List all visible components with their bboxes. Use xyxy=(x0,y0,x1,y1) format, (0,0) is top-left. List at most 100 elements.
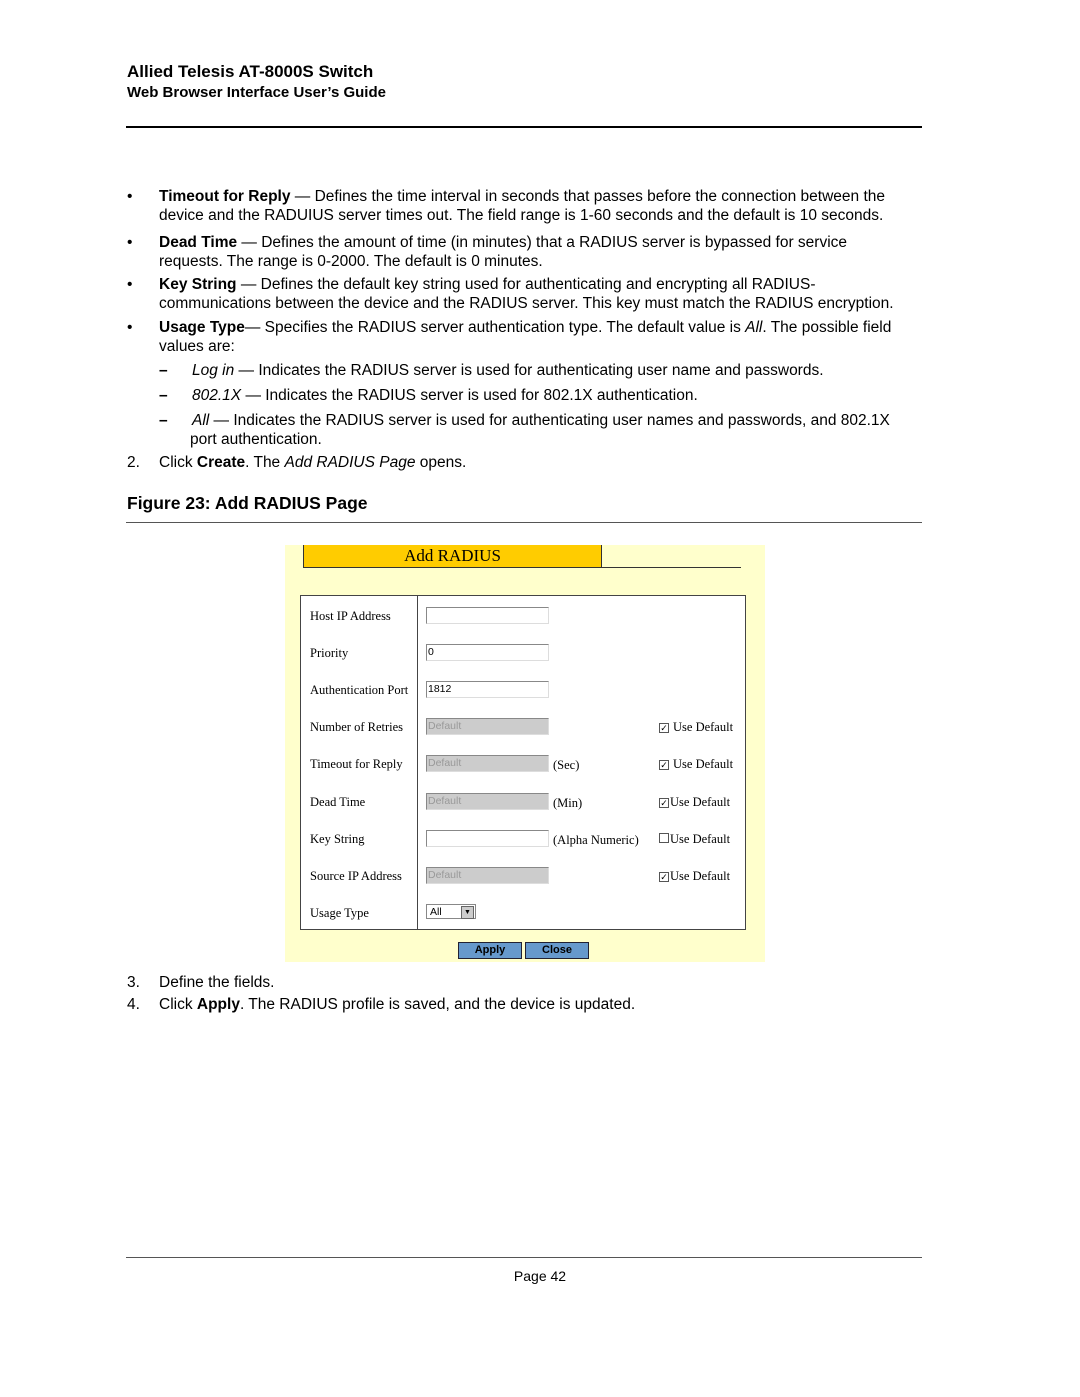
desc: — Specifies the RADIUS server authentica… xyxy=(244,319,746,336)
row-usage-type: Usage Type All ▼ xyxy=(301,903,745,923)
field-label: Source IP Address xyxy=(310,869,402,883)
bullet-marker: • xyxy=(127,188,133,205)
bullet-key-string: Key String — Defines the default key str… xyxy=(159,275,919,313)
desc: — Indicates the RADIUS server is used fo… xyxy=(209,412,890,429)
bullet-usage-type: Usage Type— Specifies the RADIUS server … xyxy=(159,318,919,356)
term: All xyxy=(192,412,210,429)
bullet-timeout: Timeout for Reply — Defines the time int… xyxy=(159,187,919,225)
term: 802.1X xyxy=(192,387,242,404)
checkbox-label: Use Default xyxy=(670,869,731,883)
subitem-all: All — Indicates the RADIUS server is use… xyxy=(190,411,912,449)
row-dead-time: Dead Time Default (Min) ✓ Use Default xyxy=(301,792,745,812)
figure-rule xyxy=(126,522,922,523)
auth-port-input[interactable]: 1812 xyxy=(426,681,549,698)
row-source-ip: Source IP Address Default ✓ Use Default xyxy=(301,866,745,886)
field-label: Authentication Port xyxy=(310,683,409,697)
checkbox-checked-icon[interactable]: ✓ xyxy=(659,723,669,733)
checkbox-checked-icon[interactable]: ✓ xyxy=(659,798,669,808)
term: Timeout for Reply xyxy=(159,188,291,205)
page-number: Page 42 xyxy=(513,1268,567,1284)
term: Key String xyxy=(159,276,237,293)
desc: — Defines the default key string used fo… xyxy=(236,276,816,293)
apply-button[interactable]: Apply xyxy=(458,942,522,959)
step-2: Click Create. The Add RADIUS Page opens. xyxy=(159,453,919,472)
doc-subtitle: Web Browser Interface User’s Guide xyxy=(127,84,386,101)
dash-marker: – xyxy=(159,362,168,379)
priority-input[interactable]: 0 xyxy=(426,644,549,661)
field-label: Priority xyxy=(310,646,349,660)
field-label: Host IP Address xyxy=(310,609,391,623)
checkbox-label: Use Default xyxy=(673,757,734,771)
source-ip-use-default[interactable]: ✓ Use Default xyxy=(659,869,730,884)
t: Click xyxy=(159,996,197,1013)
source-ip-input[interactable]: Default xyxy=(426,867,549,884)
key-string-input[interactable] xyxy=(426,830,549,847)
subitem-8021x: 802.1X — Indicates the RADIUS server is … xyxy=(192,386,912,405)
key-string-use-default[interactable]: Use Default xyxy=(659,832,730,847)
subitem-login: Log in — Indicates the RADIUS server is … xyxy=(192,361,912,380)
field-label: Usage Type xyxy=(310,906,369,920)
row-auth-port: Authentication Port 1812 xyxy=(301,680,745,700)
field-label: Key String xyxy=(310,832,365,846)
retries-input[interactable]: Default xyxy=(426,718,549,735)
desc: requests. The range is 0-2000. The defau… xyxy=(159,253,543,270)
t: . The RADIUS profile is saved, and the d… xyxy=(239,996,636,1013)
row-retries: Number of Retries Default ✓ Use Default xyxy=(301,717,745,737)
t: Add RADIUS Page xyxy=(284,454,416,471)
timeout-input[interactable]: Default xyxy=(426,755,549,772)
checkbox-checked-icon[interactable]: ✓ xyxy=(659,872,669,882)
t: Click xyxy=(159,454,197,471)
bullet-dead-time: Dead Time — Defines the amount of time (… xyxy=(159,233,919,271)
desc-italic: All xyxy=(745,319,763,336)
close-button[interactable]: Close xyxy=(525,942,589,959)
figure-caption: Figure 23: Add RADIUS Page xyxy=(127,493,368,513)
timeout-use-default[interactable]: ✓ Use Default xyxy=(659,757,733,772)
checkbox-unchecked-icon[interactable] xyxy=(659,833,669,843)
t: opens. xyxy=(415,454,467,471)
term: Dead Time xyxy=(159,234,238,251)
row-host-ip: Host IP Address xyxy=(301,606,745,626)
dead-time-use-default[interactable]: ✓ Use Default xyxy=(659,795,730,810)
bullet-marker: • xyxy=(127,276,133,293)
header-rule xyxy=(126,126,922,128)
desc: — Indicates the RADIUS server is used fo… xyxy=(241,387,698,404)
chevron-down-icon[interactable]: ▼ xyxy=(461,906,474,919)
panel-title: Add RADIUS xyxy=(303,545,602,568)
form-table: Host IP Address Priority 0 Authenticatio… xyxy=(300,595,746,930)
field-label: Number of Retries xyxy=(310,720,404,734)
desc: . The possible field xyxy=(762,319,892,336)
desc: device and the RADUIUS server times out.… xyxy=(159,207,884,224)
selected-value: All xyxy=(430,906,442,918)
desc: values are: xyxy=(159,338,235,355)
usage-type-select[interactable]: All ▼ xyxy=(426,904,476,919)
add-radius-panel: Add RADIUS Host IP Address Priority 0 Au… xyxy=(285,545,765,962)
dash-marker: – xyxy=(159,412,168,429)
t: Create xyxy=(196,454,246,471)
row-key-string: Key String (Alpha Numeric) Use Default xyxy=(301,829,745,849)
document-page: Allied Telesis AT-8000S Switch Web Brows… xyxy=(0,0,1080,1397)
t: Apply xyxy=(196,996,240,1013)
checkbox-label: Use Default xyxy=(670,795,731,809)
footer-rule xyxy=(126,1257,922,1258)
desc: — Indicates the RADIUS server is used fo… xyxy=(234,362,824,379)
desc: — Defines the amount of time (in minutes… xyxy=(237,234,848,251)
doc-title: Allied Telesis AT-8000S Switch xyxy=(127,62,374,81)
step-number: 3. xyxy=(127,974,140,991)
t: . The xyxy=(245,454,285,471)
step-number: 2. xyxy=(127,454,140,471)
row-priority: Priority 0 xyxy=(301,643,745,663)
desc: communications between the device and th… xyxy=(159,295,894,312)
checkbox-label: Use Default xyxy=(670,832,731,846)
step-3: Define the fields. xyxy=(159,974,275,991)
host-ip-input[interactable] xyxy=(426,607,549,624)
title-underline xyxy=(601,567,741,568)
dead-time-input[interactable]: Default xyxy=(426,793,549,810)
bullet-marker: • xyxy=(127,234,133,251)
field-label: Timeout for Reply xyxy=(310,757,403,771)
dash-marker: – xyxy=(159,387,168,404)
bullet-marker: • xyxy=(127,319,133,336)
desc: port authentication. xyxy=(190,431,322,448)
retries-use-default[interactable]: ✓ Use Default xyxy=(659,720,733,735)
row-timeout: Timeout for Reply Default (Sec) ✓ Use Def… xyxy=(301,754,745,774)
checkbox-checked-icon[interactable]: ✓ xyxy=(659,760,669,770)
